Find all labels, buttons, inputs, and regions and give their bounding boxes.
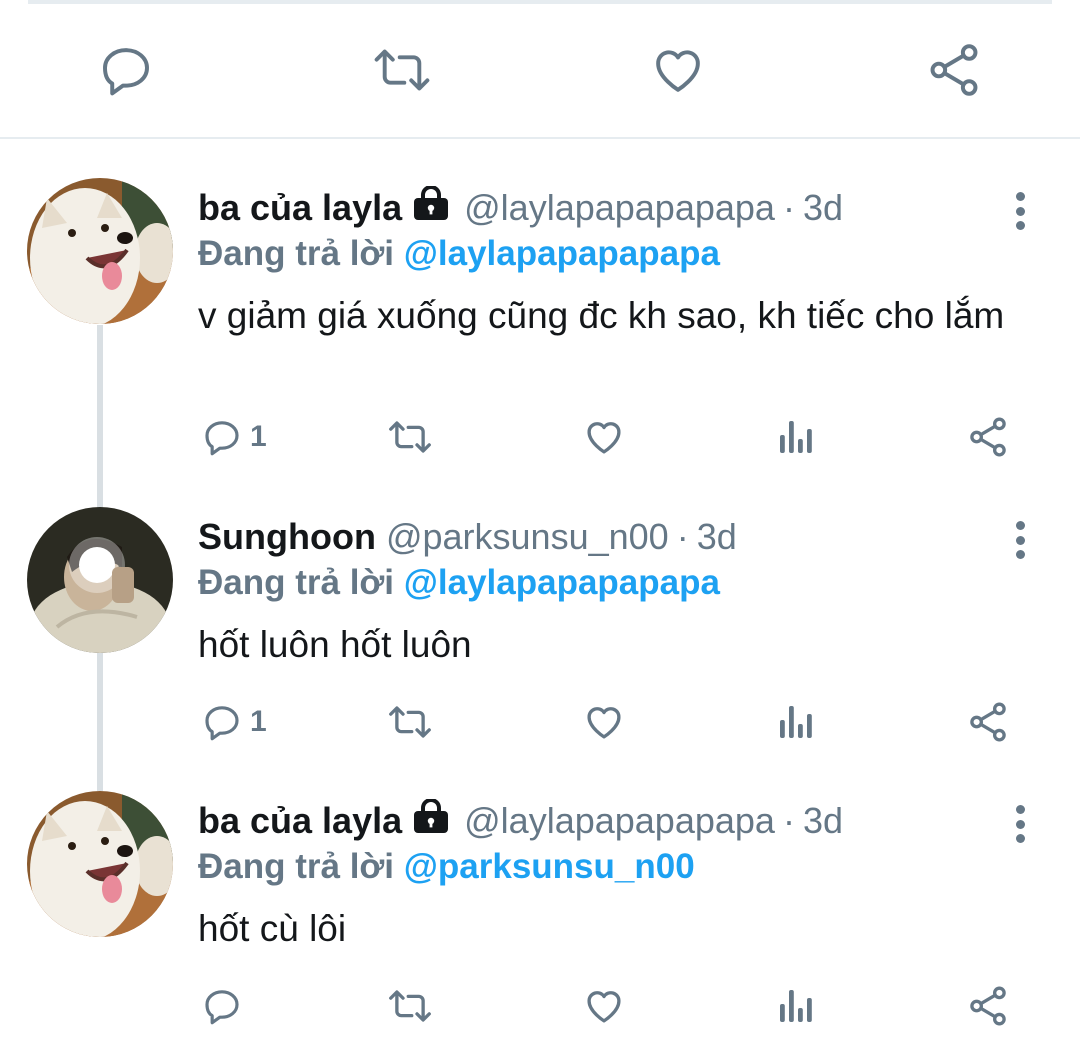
replying-to-label: Đang trả lời	[198, 234, 395, 273]
reply-button[interactable]: 1	[202, 697, 267, 747]
reply-icon	[103, 48, 149, 96]
tweet-actions: 1	[198, 412, 1018, 462]
dot	[1015, 192, 1025, 201]
dot	[1015, 834, 1025, 843]
more-options-button[interactable]	[1000, 515, 1040, 565]
retweet-button[interactable]	[386, 412, 434, 462]
thread-line	[97, 325, 103, 508]
more-options-button[interactable]	[1000, 799, 1040, 849]
lock-icon	[412, 798, 450, 843]
tweet-text: hốt luôn hốt luôn	[198, 624, 472, 665]
mention-link[interactable]: @parksunsu_n00	[404, 847, 695, 886]
replying-to: Đang trả lời @laylapapapapapa	[198, 232, 1010, 276]
reply-button[interactable]: 1	[202, 412, 267, 462]
main-tweet-actions	[0, 0, 1080, 138]
dot	[1015, 550, 1025, 559]
replying-to-label: Đang trả lời	[198, 847, 395, 886]
reply-button[interactable]	[96, 40, 156, 100]
tweet-content: Sunghoon @parksunsu_n00 · 3d Đang trả lờ…	[198, 515, 1010, 667]
reply-icon	[205, 421, 239, 456]
heart-icon	[656, 50, 700, 92]
reply-icon	[205, 990, 239, 1025]
dot	[1015, 206, 1025, 216]
avatar[interactable]	[27, 178, 173, 324]
dog-avatar-image	[27, 791, 173, 937]
lock-icon	[412, 185, 450, 230]
share-button[interactable]	[966, 697, 1010, 747]
analytics-icon	[780, 990, 812, 1022]
dot	[1015, 819, 1025, 829]
retweet-button[interactable]	[386, 697, 434, 747]
analytics-icon	[780, 421, 812, 453]
section-divider	[0, 137, 1080, 139]
like-button[interactable]	[582, 412, 626, 462]
reply-button[interactable]	[202, 981, 250, 1031]
share-button[interactable]	[966, 981, 1010, 1031]
more-options-button[interactable]	[1000, 186, 1040, 236]
mention-link[interactable]: @laylapapapapapa	[404, 234, 720, 273]
dot	[1015, 535, 1025, 545]
separator-dot: ·	[782, 800, 795, 841]
tweet-actions: 1	[198, 697, 1018, 747]
like-button[interactable]	[582, 981, 626, 1031]
analytics-button[interactable]	[776, 981, 816, 1031]
analytics-button[interactable]	[776, 412, 816, 462]
tweet-text: hốt cù lôi	[198, 908, 347, 949]
replying-to: Đang trả lời @parksunsu_n00	[198, 845, 1010, 889]
share-icon	[970, 986, 1006, 1026]
user-handle[interactable]: @laylapapapapapa	[464, 186, 775, 230]
person-avatar-image	[27, 507, 173, 653]
dot	[1015, 521, 1025, 530]
user-handle[interactable]: @laylapapapapapa	[464, 799, 775, 843]
retweet-icon	[389, 421, 431, 453]
thread-line	[97, 653, 103, 791]
reply-count: 1	[250, 705, 267, 738]
like-button[interactable]	[582, 697, 626, 747]
share-icon	[970, 417, 1006, 457]
timestamp[interactable]: 3d	[803, 799, 843, 843]
dot	[1015, 221, 1025, 230]
retweet-icon	[389, 706, 431, 738]
share-button[interactable]	[924, 40, 984, 100]
heart-icon	[587, 422, 621, 454]
timestamp[interactable]: 3d	[697, 515, 737, 559]
retweet-icon	[389, 990, 431, 1022]
dog-avatar-image	[27, 178, 173, 324]
timestamp[interactable]: 3d	[803, 186, 843, 230]
tweet-content: ba của layla @laylapapapapapa · 3d Đang …	[198, 798, 1010, 951]
separator-dot: ·	[782, 187, 795, 228]
share-button[interactable]	[966, 412, 1010, 462]
analytics-icon	[780, 706, 812, 738]
heart-icon	[587, 707, 621, 739]
reply-count: 1	[250, 420, 267, 453]
share-icon	[930, 44, 978, 96]
reply-icon	[205, 706, 239, 741]
retweet-button[interactable]	[386, 981, 434, 1031]
analytics-button[interactable]	[776, 697, 816, 747]
retweet-button[interactable]	[372, 40, 432, 100]
user-handle[interactable]: @parksunsu_n00	[386, 515, 669, 559]
display-name[interactable]: ba của layla	[198, 186, 402, 230]
tweet-text: v giảm giá xuống cũng đc kh sao, kh tiếc…	[198, 295, 1005, 336]
display-name[interactable]: Sunghoon	[198, 515, 376, 559]
tweet-header: ba của layla @laylapapapapapa · 3d	[198, 798, 1010, 843]
retweet-icon	[374, 49, 430, 91]
tweet-header: ba của layla @laylapapapapapa · 3d	[198, 185, 1010, 230]
tweet-header: Sunghoon @parksunsu_n00 · 3d	[198, 515, 1010, 559]
separator-dot: ·	[676, 516, 689, 557]
dot	[1015, 805, 1025, 814]
replying-to: Đang trả lời @laylapapapapapa	[198, 561, 1010, 605]
avatar[interactable]	[27, 507, 173, 653]
avatar[interactable]	[27, 791, 173, 937]
like-button[interactable]	[648, 40, 708, 100]
tweet-actions	[198, 981, 1018, 1031]
mention-link[interactable]: @laylapapapapapa	[404, 563, 720, 602]
tweet-content: ba của layla @laylapapapapapa · 3d Đang …	[198, 185, 1010, 338]
heart-icon	[587, 991, 621, 1023]
display-name[interactable]: ba của layla	[198, 799, 402, 843]
share-icon	[970, 702, 1006, 742]
replying-to-label: Đang trả lời	[198, 563, 395, 602]
